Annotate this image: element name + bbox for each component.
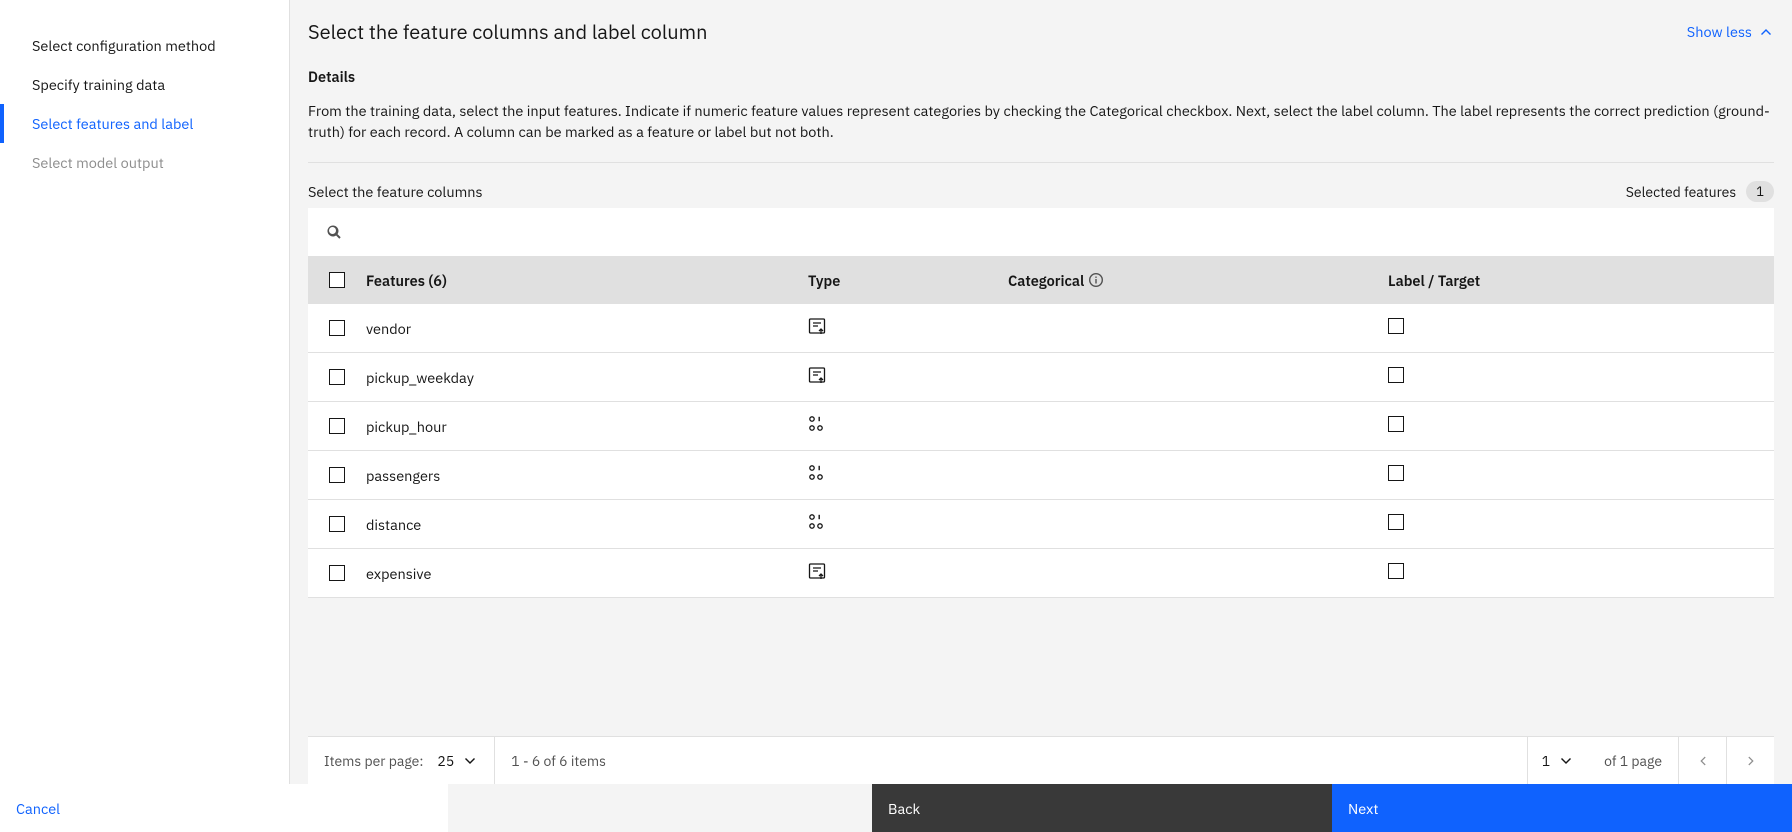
items-per-page-label: Items per page: xyxy=(324,752,423,770)
table-row: distance xyxy=(308,500,1774,549)
numeric-type-icon xyxy=(808,415,826,433)
chevron-up-icon xyxy=(1758,24,1774,40)
checkbox[interactable] xyxy=(329,565,345,581)
feature-name: pickup_weekday xyxy=(366,368,808,387)
checkbox[interactable] xyxy=(1388,514,1404,530)
main-content: Select the feature columns and label col… xyxy=(290,0,1792,784)
column-header-features: Features (6) xyxy=(366,271,808,290)
column-header-categorical: Categorical xyxy=(1008,271,1388,290)
checkbox[interactable] xyxy=(329,467,345,483)
wizard-sidebar: Select configuration method Specify trai… xyxy=(0,0,290,784)
table-row: pickup_hour xyxy=(308,402,1774,451)
text-type-icon xyxy=(808,366,826,384)
sidebar-item-features-label[interactable]: Select features and label xyxy=(0,104,289,143)
checkbox[interactable] xyxy=(329,516,345,532)
wizard-footer: Cancel Back Next xyxy=(0,784,1792,832)
checkbox[interactable] xyxy=(329,418,345,434)
page-select[interactable]: 1 xyxy=(1528,737,1588,784)
row-feature-checkbox[interactable] xyxy=(308,565,366,581)
feature-type xyxy=(808,415,1008,437)
feature-columns-prompt: Select the feature columns xyxy=(308,182,483,201)
prev-page-button[interactable] xyxy=(1678,737,1726,784)
checkbox[interactable] xyxy=(329,320,345,336)
next-button[interactable]: Next xyxy=(1332,784,1792,832)
selected-features-count: 1 xyxy=(1746,181,1774,202)
feature-type xyxy=(808,513,1008,535)
sidebar-item-label: Select model output xyxy=(32,153,164,172)
sidebar-item-model-output: Select model output xyxy=(0,143,289,182)
column-header-label: Label / Target xyxy=(1388,271,1774,290)
table-header-row: Features (6) Type Categorical Label / Ta… xyxy=(308,256,1774,304)
checkbox[interactable] xyxy=(1388,416,1404,432)
table-row: pickup_weekday xyxy=(308,353,1774,402)
features-table: Features (6) Type Categorical Label / Ta… xyxy=(308,208,1774,598)
pagination-bar: Items per page: 25 1 - 6 of 6 items 1 of… xyxy=(308,736,1774,784)
checkbox[interactable] xyxy=(329,369,345,385)
selected-features-label: Selected features xyxy=(1626,183,1736,201)
sidebar-item-label: Select features and label xyxy=(32,114,193,133)
details-description: From the training data, select the input… xyxy=(308,100,1774,142)
text-type-icon xyxy=(808,562,826,580)
show-less-toggle[interactable]: Show less xyxy=(1687,22,1774,41)
page-title: Select the feature columns and label col… xyxy=(308,18,707,45)
checkbox[interactable] xyxy=(1388,563,1404,579)
next-page-button[interactable] xyxy=(1726,737,1774,784)
divider xyxy=(308,162,1774,163)
text-type-icon xyxy=(808,317,826,335)
items-per-page-value: 25 xyxy=(437,752,454,770)
feature-name: pickup_hour xyxy=(366,417,808,436)
header-select-all[interactable] xyxy=(308,272,366,288)
feature-type xyxy=(808,366,1008,388)
table-row: passengers xyxy=(308,451,1774,500)
back-button[interactable]: Back xyxy=(872,784,1332,832)
pagination-range: 1 - 6 of 6 items xyxy=(511,752,606,770)
info-icon[interactable] xyxy=(1088,272,1104,288)
table-row: vendor xyxy=(308,304,1774,353)
row-label-checkbox[interactable] xyxy=(1388,318,1774,338)
feature-name: passengers xyxy=(366,466,808,485)
checkbox[interactable] xyxy=(1388,318,1404,334)
numeric-type-icon xyxy=(808,513,826,531)
feature-type xyxy=(808,562,1008,584)
row-label-checkbox[interactable] xyxy=(1388,465,1774,485)
cancel-button[interactable]: Cancel xyxy=(0,784,448,832)
row-label-checkbox[interactable] xyxy=(1388,416,1774,436)
checkbox[interactable] xyxy=(329,272,345,288)
caret-right-icon xyxy=(1744,754,1758,768)
of-page-text: of 1 page xyxy=(1588,752,1678,770)
row-feature-checkbox[interactable] xyxy=(308,320,366,336)
row-label-checkbox[interactable] xyxy=(1388,563,1774,583)
caret-left-icon xyxy=(1696,754,1710,768)
row-feature-checkbox[interactable] xyxy=(308,516,366,532)
chevron-down-icon xyxy=(1558,753,1574,769)
column-header-type: Type xyxy=(808,271,1008,290)
feature-name: vendor xyxy=(366,319,808,338)
checkbox[interactable] xyxy=(1388,465,1404,481)
items-per-page-select[interactable]: 25 xyxy=(437,737,478,784)
selected-features-indicator: Selected features 1 xyxy=(1626,181,1774,202)
feature-type xyxy=(808,464,1008,486)
row-label-checkbox[interactable] xyxy=(1388,367,1774,387)
details-heading: Details xyxy=(308,67,1774,86)
sidebar-item-config-method[interactable]: Select configuration method xyxy=(0,26,289,65)
sidebar-item-label: Specify training data xyxy=(32,75,165,94)
row-feature-checkbox[interactable] xyxy=(308,467,366,483)
feature-type xyxy=(808,317,1008,339)
row-feature-checkbox[interactable] xyxy=(308,418,366,434)
checkbox[interactable] xyxy=(1388,367,1404,383)
row-feature-checkbox[interactable] xyxy=(308,369,366,385)
feature-name: distance xyxy=(366,515,808,534)
sidebar-item-label: Select configuration method xyxy=(32,36,216,55)
feature-name: expensive xyxy=(366,564,808,583)
page-value: 1 xyxy=(1542,752,1550,770)
table-row: expensive xyxy=(308,549,1774,598)
show-less-label: Show less xyxy=(1687,22,1752,41)
table-search-row[interactable] xyxy=(308,208,1774,256)
numeric-type-icon xyxy=(808,464,826,482)
sidebar-item-training-data[interactable]: Specify training data xyxy=(0,65,289,104)
chevron-down-icon xyxy=(462,753,478,769)
row-label-checkbox[interactable] xyxy=(1388,514,1774,534)
search-icon xyxy=(326,224,342,240)
